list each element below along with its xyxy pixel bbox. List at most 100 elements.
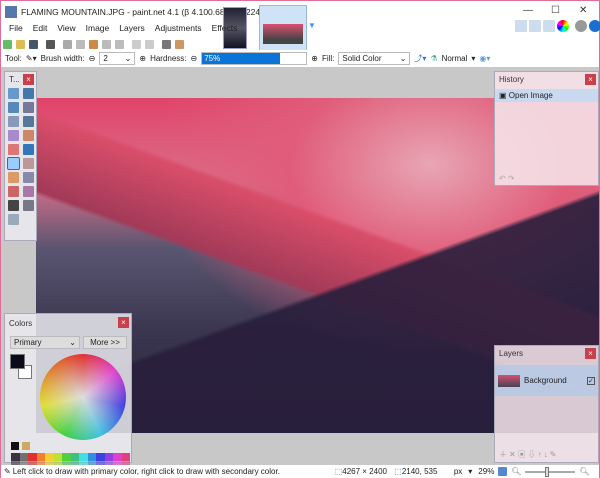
layers-close-button[interactable]: × — [585, 348, 596, 359]
color-mode-select[interactable]: Primary ⌄ — [10, 336, 80, 349]
menu-bar: File Edit View Image Layers Adjustments … — [5, 23, 237, 37]
toolbar — [3, 38, 184, 50]
hardness-label: Hardness: — [150, 54, 187, 63]
tools-panel: T... × — [4, 71, 37, 241]
menu-layers[interactable]: Layers — [119, 23, 145, 37]
antialias-icon[interactable]: ⤴▾ — [414, 53, 426, 64]
settings-icon[interactable] — [575, 20, 587, 32]
brush-status-icon: ✎ — [4, 467, 11, 476]
layer-row[interactable]: Background ✓ — [495, 365, 598, 396]
zoom-in-icon[interactable]: 🔍︎ — [579, 467, 589, 476]
zoom-out-icon[interactable]: 🔍︎ — [511, 467, 521, 476]
cut-icon[interactable] — [63, 39, 72, 49]
paint-bucket-icon[interactable] — [8, 144, 19, 155]
copy-icon[interactable] — [76, 39, 85, 49]
brush-width-input[interactable]: 2 ⌄ — [99, 52, 136, 65]
blend-mode-icon[interactable]: ⚗ — [430, 54, 437, 63]
menu-edit[interactable]: Edit — [33, 23, 48, 37]
more-button[interactable]: More >> — [83, 336, 127, 349]
menu-file[interactable]: File — [9, 23, 23, 37]
lasso-icon[interactable] — [8, 102, 19, 113]
palette-icon[interactable] — [22, 442, 30, 450]
new-icon[interactable] — [3, 39, 12, 49]
layer-actions[interactable]: ＋✕▣⇩↑↓✎ — [499, 449, 558, 460]
hardness-slider[interactable]: 75% — [201, 52, 308, 65]
colors-toggle-icon[interactable] — [557, 20, 569, 32]
menu-adjustments[interactable]: Adjustments — [155, 23, 202, 37]
unit-select[interactable]: px — [454, 467, 462, 476]
hardness-value: 75% — [204, 54, 221, 63]
move-icon[interactable] — [23, 88, 34, 99]
primary-color-swatch[interactable] — [10, 354, 25, 369]
history-item[interactable]: ▣ Open Image — [495, 89, 598, 102]
ellipse-select-icon[interactable] — [8, 116, 19, 127]
text-icon[interactable] — [8, 200, 19, 211]
open-icon[interactable] — [16, 39, 25, 49]
history-panel: History × ▣ Open Image ↶ ↷ — [494, 71, 599, 186]
colors-title: Colors — [9, 319, 33, 328]
maximize-button[interactable]: ☐ — [551, 5, 560, 16]
menu-view[interactable]: View — [57, 23, 75, 37]
magic-wand-icon[interactable] — [8, 130, 19, 141]
line-icon[interactable] — [23, 200, 34, 211]
tools-toggle-icon[interactable] — [515, 20, 527, 32]
pan-icon[interactable] — [23, 130, 34, 141]
fill-value: Solid Color — [342, 54, 382, 63]
colors-close-button[interactable]: × — [118, 317, 129, 328]
ruler-icon[interactable] — [175, 39, 184, 49]
history-toggle-icon[interactable] — [529, 20, 541, 32]
move-selection-icon[interactable] — [23, 102, 34, 113]
rectangle-select-icon[interactable] — [8, 88, 19, 99]
zoom-icon[interactable] — [23, 116, 34, 127]
save-icon[interactable] — [29, 39, 38, 49]
fill-label: Fill: — [321, 54, 335, 63]
undo-icon[interactable] — [132, 39, 141, 49]
brush-width-value: 2 — [103, 54, 108, 63]
decrease-hardness-icon[interactable]: ⊖ — [191, 54, 198, 63]
menu-image[interactable]: Image — [86, 23, 110, 37]
zoom-slider[interactable] — [525, 466, 576, 477]
image-size: 4267 × 2400 — [342, 467, 387, 476]
paintbrush-tool-icon[interactable]: ✎▾ — [26, 54, 37, 63]
paste-icon[interactable] — [89, 39, 98, 49]
color-mode-value: Primary — [14, 338, 42, 347]
increase-width-icon[interactable]: ⊕ — [139, 54, 146, 63]
history-undo-redo-icons[interactable]: ↶ ↷ — [499, 174, 515, 183]
clone-stamp-icon[interactable] — [8, 186, 19, 197]
alpha-mode-icon[interactable]: ◉▾ — [479, 54, 490, 63]
zoom-level[interactable]: 29% — [478, 467, 496, 476]
gradient-icon[interactable] — [23, 144, 34, 155]
image-tab-active[interactable] — [259, 5, 307, 51]
pencil-icon[interactable] — [8, 172, 19, 183]
layers-toggle-icon[interactable] — [543, 20, 555, 32]
tool-options-bar: Tool: ✎▾ Brush width: ⊖ 2 ⌄ ⊕ Hardness: ⊖… — [1, 50, 599, 67]
decrease-width-icon[interactable]: ⊖ — [89, 54, 96, 63]
tabs-dropdown-icon[interactable]: ▼ — [308, 21, 316, 30]
colors-panel: Colors × Primary ⌄ More >> — [4, 313, 132, 469]
deselect-icon[interactable] — [115, 39, 124, 49]
recolor-icon[interactable] — [23, 186, 34, 197]
color-picker-icon[interactable] — [23, 172, 34, 183]
zoom-fit-icon[interactable] — [498, 467, 508, 476]
minimize-button[interactable]: — — [523, 5, 533, 16]
image-size-icon: ⬚ — [334, 467, 343, 476]
tools-close-button[interactable]: × — [23, 74, 34, 85]
paintbrush-icon[interactable] — [7, 157, 20, 170]
help-icon[interactable] — [589, 20, 600, 32]
layer-visibility-checkbox[interactable]: ✓ — [587, 376, 595, 385]
redo-icon[interactable] — [145, 39, 154, 49]
history-close-button[interactable]: × — [585, 74, 596, 85]
shapes-icon[interactable] — [8, 214, 19, 225]
increase-hardness-icon[interactable]: ⊕ — [311, 54, 318, 63]
print-icon[interactable] — [46, 39, 55, 49]
fill-select[interactable]: Solid Color ⌄ — [338, 52, 411, 65]
close-button[interactable]: ✕ — [579, 5, 587, 16]
reset-colors-icon[interactable] — [11, 442, 19, 450]
tool-label: Tool: — [5, 54, 22, 63]
crop-icon[interactable] — [102, 39, 111, 49]
eraser-icon[interactable] — [23, 158, 34, 169]
blend-mode-select[interactable]: Normal — [442, 54, 468, 63]
color-wheel[interactable] — [40, 354, 126, 440]
menu-effects[interactable]: Effects — [212, 23, 238, 37]
grid-icon[interactable] — [162, 39, 171, 49]
